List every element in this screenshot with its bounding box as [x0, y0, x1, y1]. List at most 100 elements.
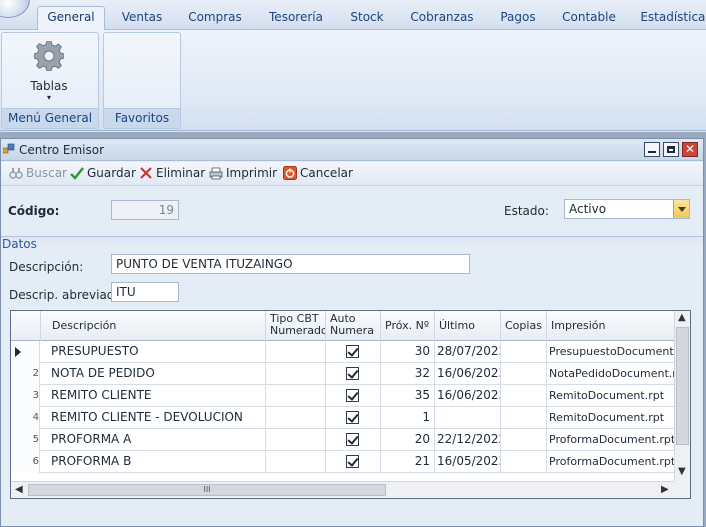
tab-contable[interactable]: Contable: [554, 7, 624, 29]
cell-ultimo[interactable]: 16/05/2023: [435, 451, 501, 473]
auto-numera-checkbox[interactable]: [346, 367, 359, 380]
cell-impresion[interactable]: ProformaDocument.rpt: [547, 429, 675, 451]
horizontal-scroll-thumb[interactable]: III: [28, 484, 386, 496]
header-tipo-cbt[interactable]: Tipo CBT Numerador: [266, 311, 326, 341]
tab-compras[interactable]: Compras: [183, 7, 247, 29]
cell-descripcion[interactable]: PROFORMA B: [41, 451, 266, 473]
cell-auto-numera[interactable]: [326, 451, 381, 473]
cell-tipo-cbt[interactable]: [266, 407, 326, 429]
eliminar-button[interactable]: Eliminar: [139, 166, 205, 182]
tab-estadisticas[interactable]: Estadísticas: [636, 7, 706, 29]
abreviada-field[interactable]: ITU: [111, 282, 179, 302]
grid-vertical-scrollbar[interactable]: ▲ ▼: [674, 311, 690, 482]
cell-tipo-cbt[interactable]: [266, 451, 326, 473]
header-descripcion[interactable]: Descripción: [41, 311, 266, 341]
tab-cobranzas[interactable]: Cobranzas: [403, 7, 481, 29]
tab-tesoreria[interactable]: Tesorería: [260, 7, 332, 29]
auto-numera-checkbox[interactable]: [346, 345, 359, 358]
descripcion-field[interactable]: PUNTO DE VENTA ITUZAINGO: [111, 254, 470, 274]
cell-ultimo[interactable]: [435, 407, 501, 429]
tab-pagos[interactable]: Pagos: [492, 7, 544, 29]
table-row[interactable]: 4 REMITO CLIENTE - DEVOLUCION 1 RemitoDocum…: [11, 407, 675, 429]
scroll-down-icon[interactable]: ▼: [678, 466, 686, 477]
cell-prox[interactable]: 1: [381, 407, 435, 429]
cell-impresion[interactable]: PresupuestoDocument.rpt: [547, 341, 675, 363]
close-button[interactable]: ✕: [682, 142, 698, 157]
cell-descripcion[interactable]: PROFORMA A: [41, 429, 266, 451]
scroll-left-icon[interactable]: ◀: [15, 484, 23, 495]
cell-tipo-cbt[interactable]: [266, 385, 326, 407]
table-row[interactable]: PRESUPUESTO 30 28/07/2023 PresupuestoDocume…: [11, 341, 675, 363]
window-titlebar[interactable]: Centro Emisor ✕: [1, 139, 703, 161]
auto-numera-checkbox[interactable]: [346, 411, 359, 424]
codigo-field[interactable]: 19: [111, 200, 179, 220]
header-impresion[interactable]: Impresión: [547, 311, 675, 341]
header-ultimo[interactable]: Último: [435, 311, 501, 341]
cell-tipo-cbt[interactable]: [266, 341, 326, 363]
imprimir-button[interactable]: Imprimir: [209, 166, 277, 182]
header-auto-numera[interactable]: Auto Numera: [326, 311, 381, 341]
cell-descripcion[interactable]: NOTA DE PEDIDO: [41, 363, 266, 385]
cell-descripcion[interactable]: PRESUPUESTO: [41, 341, 266, 363]
row-selector[interactable]: [11, 341, 40, 363]
cell-prox[interactable]: 32: [381, 363, 435, 385]
cell-tipo-cbt[interactable]: [266, 429, 326, 451]
auto-numera-checkbox[interactable]: [346, 433, 359, 446]
table-row[interactable]: 6 PROFORMA B 21 16/05/2023 ProformaDocument.…: [11, 451, 675, 473]
row-selector[interactable]: 4: [11, 407, 40, 429]
table-row[interactable]: 5 PROFORMA A 20 22/12/2022 ProformaDocument.…: [11, 429, 675, 451]
auto-numera-checkbox[interactable]: [346, 455, 359, 468]
cell-ultimo[interactable]: 16/06/2023: [435, 385, 501, 407]
cell-prox[interactable]: 30: [381, 341, 435, 363]
cell-ultimo[interactable]: 28/07/2023: [435, 341, 501, 363]
tab-general[interactable]: General: [37, 6, 105, 31]
cell-copias[interactable]: [501, 429, 547, 451]
cell-prox[interactable]: 35: [381, 385, 435, 407]
scroll-up-icon[interactable]: ▲: [678, 312, 686, 323]
row-selector[interactable]: 6: [11, 451, 40, 473]
cell-ultimo[interactable]: 16/06/2023: [435, 363, 501, 385]
guardar-button[interactable]: Guardar: [70, 166, 136, 182]
cell-ultimo[interactable]: 22/12/2022: [435, 429, 501, 451]
dropdown-arrow-icon[interactable]: [673, 200, 689, 218]
cell-copias[interactable]: [501, 451, 547, 473]
row-selector[interactable]: 3: [11, 385, 40, 407]
cell-prox[interactable]: 20: [381, 429, 435, 451]
header-prox[interactable]: Próx. Nº: [381, 311, 435, 341]
cell-auto-numera[interactable]: [326, 385, 381, 407]
table-row[interactable]: 2 NOTA DE PEDIDO 32 16/06/2023 NotaPedidoDoc…: [11, 363, 675, 385]
tab-stock[interactable]: Stock: [343, 7, 391, 29]
cell-impresion[interactable]: RemitoDocument.rpt: [547, 407, 675, 429]
cell-descripcion[interactable]: REMITO CLIENTE: [41, 385, 266, 407]
cell-copias[interactable]: [501, 363, 547, 385]
cell-copias[interactable]: [501, 341, 547, 363]
cell-prox[interactable]: 21: [381, 451, 435, 473]
application-menu-button[interactable]: [0, 0, 30, 18]
buscar-button[interactable]: Buscar: [9, 166, 67, 182]
tab-ventas[interactable]: Ventas: [112, 7, 172, 29]
cell-auto-numera[interactable]: [326, 363, 381, 385]
grid-horizontal-scrollbar[interactable]: ◀ III ▶: [11, 481, 675, 498]
cell-impresion[interactable]: RemitoDocument.rpt: [547, 385, 675, 407]
row-selector[interactable]: 5: [11, 429, 40, 451]
maximize-button[interactable]: [663, 142, 679, 157]
tablas-button[interactable]: Tablas ▾: [16, 37, 82, 107]
scroll-right-icon[interactable]: ▶: [661, 484, 669, 495]
cell-impresion[interactable]: ProformaDocument.rpt: [547, 451, 675, 473]
cell-copias[interactable]: [501, 385, 547, 407]
cancelar-button[interactable]: Cancelar: [283, 166, 353, 182]
cell-auto-numera[interactable]: [326, 341, 381, 363]
cell-impresion[interactable]: NotaPedidoDocument.rpt: [547, 363, 675, 385]
cell-auto-numera[interactable]: [326, 429, 381, 451]
cell-copias[interactable]: [501, 407, 547, 429]
header-copias[interactable]: Copias: [501, 311, 547, 341]
minimize-button[interactable]: [644, 142, 660, 157]
cell-descripcion[interactable]: REMITO CLIENTE - DEVOLUCION: [41, 407, 266, 429]
vertical-scroll-thumb[interactable]: [676, 327, 689, 445]
estado-select[interactable]: Activo: [564, 199, 690, 219]
cell-tipo-cbt[interactable]: [266, 363, 326, 385]
cell-auto-numera[interactable]: [326, 407, 381, 429]
row-selector[interactable]: 2: [11, 363, 40, 385]
table-row[interactable]: 3 REMITO CLIENTE 35 16/06/2023 RemitoDocumen…: [11, 385, 675, 407]
auto-numera-checkbox[interactable]: [346, 389, 359, 402]
